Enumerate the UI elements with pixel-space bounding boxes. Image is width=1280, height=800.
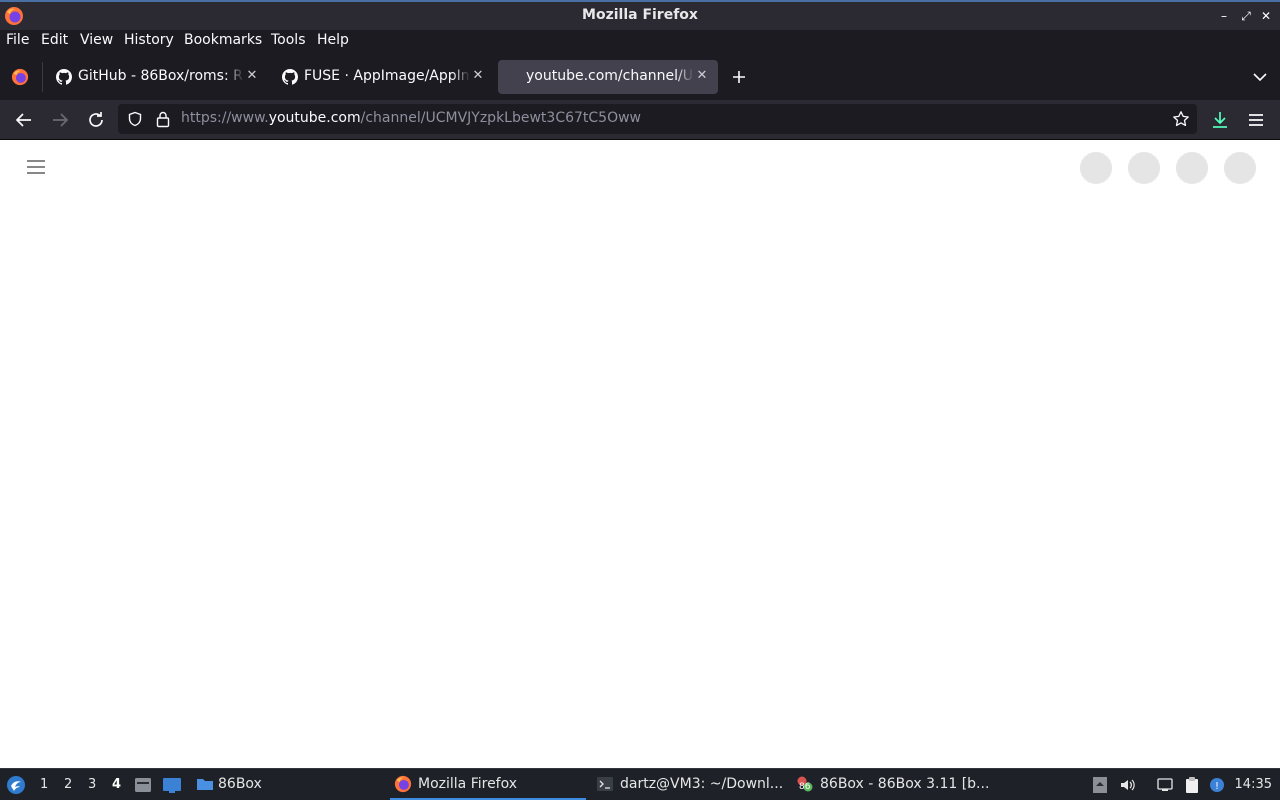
github-icon [56, 69, 72, 85]
window-title: Mozilla Firefox [582, 7, 698, 23]
window-titlebar: Mozilla Firefox – ⤢ ✕ [0, 0, 1280, 30]
taskbar-task-firefox[interactable]: Mozilla Firefox [390, 769, 586, 800]
back-arrow-icon[interactable] [12, 108, 36, 132]
url-prefix: https://www. [181, 110, 269, 126]
clock[interactable]: 14:35 [1235, 777, 1272, 792]
minimize-button[interactable]: – [1216, 8, 1232, 24]
tab-close-icon[interactable]: ✕ [695, 68, 709, 84]
volume-icon[interactable] [1119, 776, 1137, 794]
menu-bar: File Edit View History Bookmarks Tools H… [0, 30, 1280, 54]
tab-label: FUSE · AppImage/AppIma [304, 68, 469, 84]
tab-youtube-channel[interactable]: youtube.com/channel/UC ✕ [498, 60, 718, 94]
tab-fuse-appimage[interactable]: FUSE · AppImage/AppIma ✕ [272, 60, 494, 94]
loading-placeholder-circle [1224, 152, 1256, 184]
url-bar[interactable]: https://www.youtube.com/channel/UCMVJYzp… [118, 104, 1197, 134]
new-tab-icon[interactable] [731, 69, 747, 85]
forward-arrow-icon[interactable] [48, 108, 72, 132]
tab-bar: GitHub - 86Box/roms: RO ✕ FUSE · AppImag… [0, 54, 1280, 100]
start-menu-icon[interactable] [6, 775, 26, 795]
tray-arrow-icon[interactable] [1091, 776, 1109, 794]
task-label: dartz@VM3: ~/Downl... [620, 776, 784, 792]
workspace-1[interactable]: 1 [40, 777, 48, 792]
tab-fade [226, 60, 244, 94]
menu-file[interactable]: File [6, 32, 29, 48]
task-label: 86Box - 86Box 3.11 [b... [820, 776, 990, 792]
tracking-protection-shield-icon[interactable] [127, 111, 143, 127]
clipboard-icon[interactable] [1183, 776, 1201, 794]
menu-bookmarks[interactable]: Bookmarks [184, 32, 262, 48]
url-path: /channel/UCMVJYzpkLbewt3C67tC5Oww [360, 110, 642, 126]
desktop-icon[interactable] [162, 776, 182, 794]
menu-history[interactable]: History [124, 32, 174, 48]
tab-fade [676, 60, 694, 94]
workspace-4[interactable]: 4 [112, 777, 121, 792]
loading-placeholder-circle [1080, 152, 1112, 184]
firefox-icon [394, 775, 412, 793]
url-text[interactable]: https://www.youtube.com/channel/UCMVJYzp… [181, 110, 641, 126]
workspace-2[interactable]: 2 [64, 777, 72, 792]
tab-fade [452, 60, 470, 94]
menu-tools[interactable]: Tools [271, 32, 306, 48]
terminal-icon [597, 777, 613, 791]
taskbar-task-86box[interactable]: 86 86Box - 86Box 3.11 [b... [792, 769, 992, 800]
taskbar: 1 2 3 4 86Box Mozilla Firefox dartz@VM3:… [0, 768, 1280, 800]
tab-close-icon[interactable]: ✕ [245, 68, 259, 84]
guide-menu-icon[interactable] [24, 157, 48, 177]
menu-help[interactable]: Help [317, 32, 349, 48]
tab-label: GitHub - 86Box/roms: RO [78, 68, 243, 84]
url-host: youtube.com [268, 110, 361, 126]
tab-separator [42, 62, 43, 92]
app-menu-icon[interactable] [1244, 108, 1268, 132]
menu-edit[interactable]: Edit [41, 32, 68, 48]
notification-icon[interactable]: ! [1208, 776, 1226, 794]
menu-view[interactable]: View [80, 32, 113, 48]
workspace-3[interactable]: 3 [88, 777, 96, 792]
github-icon [282, 69, 298, 85]
svg-text:!: ! [1215, 781, 1219, 792]
taskbar-folder-86box[interactable]: 86Box [192, 769, 272, 800]
loading-placeholder-circle [1128, 152, 1160, 184]
navigation-toolbar: https://www.youtube.com/channel/UCMVJYzp… [0, 100, 1280, 140]
maximize-button[interactable]: ⤢ [1238, 8, 1254, 24]
network-icon[interactable] [1156, 776, 1174, 794]
tab-close-icon[interactable]: ✕ [471, 68, 485, 84]
svg-text:86: 86 [799, 782, 811, 792]
file-manager-icon[interactable] [134, 776, 152, 794]
close-window-button[interactable]: ✕ [1258, 8, 1274, 24]
86box-icon: 86 [797, 776, 813, 792]
tab-github-roms[interactable]: GitHub - 86Box/roms: RO ✕ [46, 60, 268, 94]
loading-placeholder-circle [1176, 152, 1208, 184]
bookmark-star-icon[interactable] [1172, 110, 1190, 128]
page-content [0, 141, 1280, 768]
folder-icon [197, 779, 213, 790]
downloads-icon[interactable] [1208, 108, 1232, 132]
reload-icon[interactable] [84, 108, 108, 132]
taskbar-task-terminal[interactable]: dartz@VM3: ~/Downl... [592, 769, 788, 800]
task-label: Mozilla Firefox [418, 776, 518, 792]
list-all-tabs-icon[interactable] [1252, 69, 1268, 85]
desktop: Mozilla Firefox – ⤢ ✕ File Edit View His… [0, 0, 1280, 800]
task-label: 86Box [218, 776, 262, 792]
tab-label: youtube.com/channel/UC [526, 68, 694, 84]
lock-icon[interactable] [155, 110, 171, 128]
firefox-view-icon[interactable] [11, 68, 29, 86]
